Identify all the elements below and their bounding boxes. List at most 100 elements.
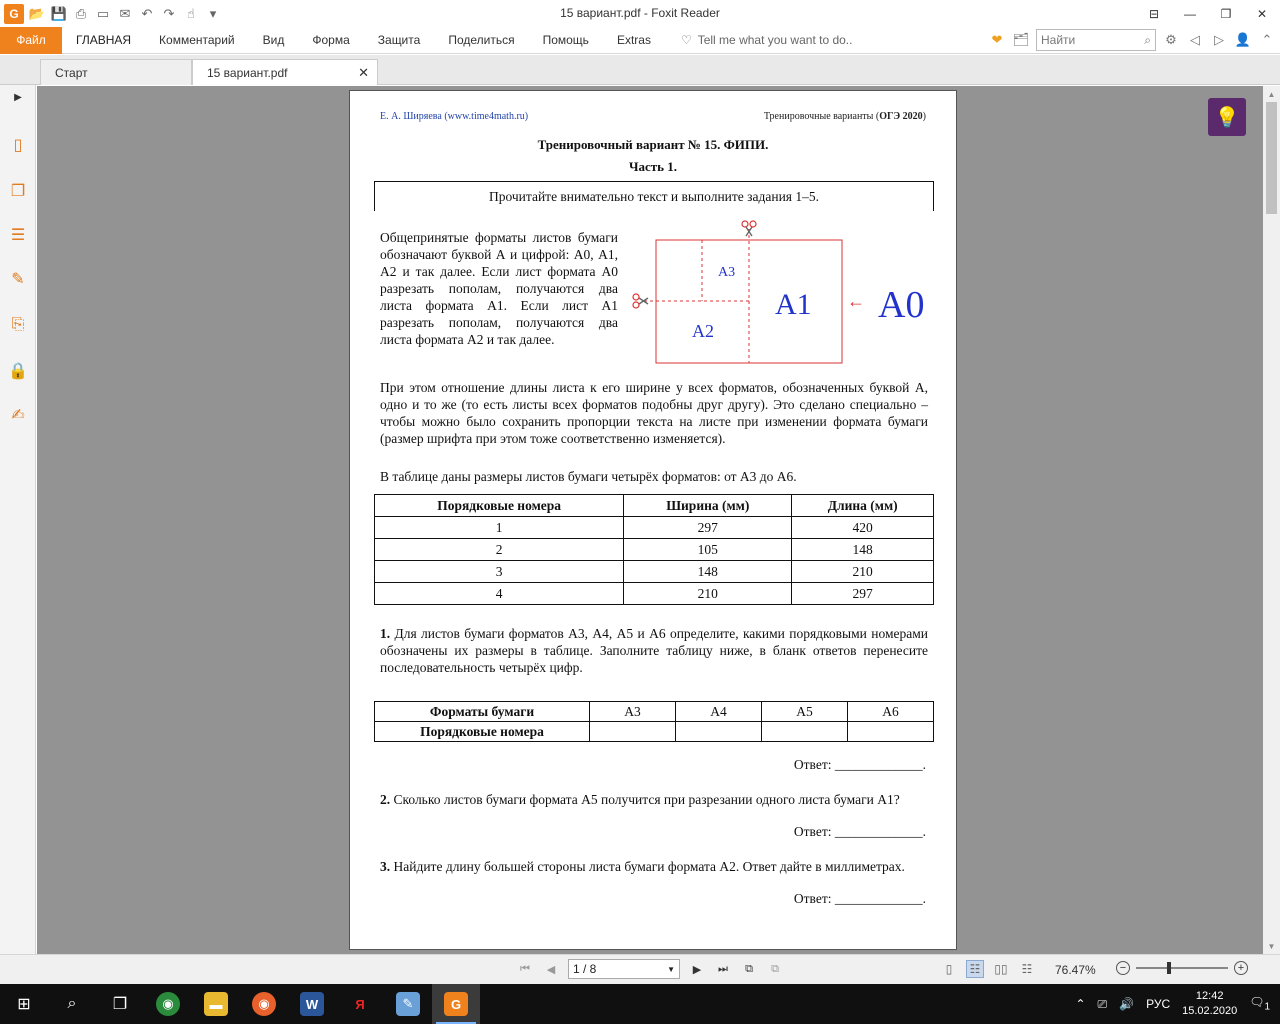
- tab-protect[interactable]: Защита: [364, 33, 435, 47]
- windows-start-icon[interactable]: ⊞: [0, 984, 48, 1024]
- page-navigation: ⏮ ◀ 1 / 8 ▼ ▶ ⏭ ⧉ ⧉: [516, 959, 784, 979]
- taskbar-paint[interactable]: ✎: [384, 984, 432, 1024]
- pages-icon[interactable]: ❐: [8, 181, 28, 201]
- next-view-icon[interactable]: ⧉: [766, 960, 784, 978]
- search-input[interactable]: Найти ⌕: [1036, 29, 1156, 51]
- signature-icon[interactable]: ✍: [8, 405, 28, 425]
- tab-start[interactable]: Старт: [40, 59, 192, 85]
- empty-answer-cell: [675, 721, 762, 742]
- table-cell: 105: [623, 538, 793, 561]
- folder-search-icon[interactable]: 🗂: [1012, 31, 1030, 49]
- layers-icon[interactable]: ☰: [8, 225, 28, 245]
- chevron-up-icon[interactable]: ⌃: [1258, 31, 1276, 49]
- part-title: Часть 1.: [628, 159, 678, 174]
- chevron-up-icon[interactable]: ⌃: [1075, 997, 1085, 1011]
- clock[interactable]: 12:42 15.02.2020: [1182, 989, 1237, 1019]
- customize-dropdown-icon[interactable]: ▾: [204, 5, 222, 23]
- tab-close-icon[interactable]: ✕: [358, 65, 369, 81]
- chevron-down-icon[interactable]: ▼: [667, 965, 675, 974]
- settings-gear-icon[interactable]: ⚙: [1162, 31, 1180, 49]
- previous-view-icon[interactable]: ⧉: [740, 960, 758, 978]
- maximize-button[interactable]: ❐: [1208, 0, 1244, 27]
- tab-home[interactable]: ГЛАВНАЯ: [62, 33, 145, 47]
- tab-view[interactable]: Вид: [249, 33, 299, 47]
- search-icon[interactable]: ⌕: [1144, 33, 1151, 48]
- header-series-prefix: Тренировочные варианты (: [763, 111, 880, 122]
- scroll-up-arrow-icon[interactable]: ▲: [1263, 86, 1280, 102]
- user-icon[interactable]: 👤: [1234, 31, 1252, 49]
- heart-icon[interactable]: ❤: [988, 31, 1006, 49]
- taskbar-word[interactable]: W: [288, 984, 336, 1024]
- answer-line-1: Ответ: _____________.: [793, 757, 926, 772]
- quick-access-toolbar: G 📂 💾 ⎙ ▭ ✉ ↶ ↷ ☝ ▾: [0, 3, 222, 24]
- expand-panel-icon[interactable]: ▶: [8, 87, 28, 107]
- print-icon[interactable]: ⎙: [72, 5, 90, 23]
- previous-page-icon[interactable]: ◀: [542, 960, 560, 978]
- table-header-row: Порядковые номера Ширина (мм) Длина (мм): [373, 494, 934, 517]
- zoom-level[interactable]: 76.47%: [1055, 963, 1096, 977]
- security-lock-icon[interactable]: 🔒: [8, 361, 28, 381]
- comments-icon[interactable]: ✎: [8, 269, 28, 289]
- first-page-icon[interactable]: ⏮: [516, 960, 534, 978]
- ribbon-toggle-icon[interactable]: ⊟: [1136, 0, 1172, 27]
- last-page-icon[interactable]: ⏭: [714, 960, 732, 978]
- next-page-icon[interactable]: ▶: [688, 960, 706, 978]
- close-button[interactable]: ✕: [1244, 0, 1280, 27]
- format-cell: А5: [761, 701, 848, 722]
- scrollbar-thumb[interactable]: [1266, 102, 1277, 214]
- facing-view-icon[interactable]: ▯▯: [992, 960, 1010, 978]
- table-row: Порядковые номера: [374, 721, 934, 742]
- page-number-input[interactable]: 1 / 8 ▼: [568, 959, 680, 979]
- zoom-slider-handle[interactable]: [1167, 962, 1171, 974]
- open-folder-icon[interactable]: 📂: [28, 5, 46, 23]
- document-viewport[interactable]: Е. А. Ширяева (www.time4math.ru) Трениро…: [37, 86, 1263, 954]
- taskbar-explorer[interactable]: ▬: [192, 984, 240, 1024]
- continuous-facing-view-icon[interactable]: ☷: [1018, 960, 1036, 978]
- search-icon[interactable]: ⌕: [48, 984, 96, 1024]
- tab-share[interactable]: Поделиться: [434, 33, 528, 47]
- single-page-view-icon[interactable]: ▯: [940, 960, 958, 978]
- header-series-suffix: ): [922, 111, 926, 122]
- undo-icon[interactable]: ↶: [138, 5, 156, 23]
- format-cell: А3: [589, 701, 676, 722]
- tab-comment[interactable]: Комментарий: [145, 33, 249, 47]
- clock-time: 12:42: [1195, 990, 1224, 1002]
- tab-help[interactable]: Помощь: [529, 33, 603, 47]
- mail-icon[interactable]: ✉: [116, 5, 134, 23]
- file-tab[interactable]: Файл: [0, 26, 62, 54]
- format-cell: А4: [675, 701, 762, 722]
- question-1: 1. Для листов бумаги форматов А3, А4, А5…: [380, 625, 928, 676]
- network-icon[interactable]: ⎚: [1098, 997, 1108, 1012]
- scroll-down-arrow-icon[interactable]: ▼: [1263, 938, 1280, 954]
- taskbar-chrome[interactable]: ◉: [144, 984, 192, 1024]
- tab-current-document[interactable]: 15 вариант.pdf ✕: [192, 59, 378, 85]
- prev-icon[interactable]: ◁: [1186, 31, 1204, 49]
- hand-tool-icon[interactable]: ☝: [182, 5, 200, 23]
- question-3-number: 3.: [380, 859, 391, 874]
- screen-icon[interactable]: ▭: [94, 5, 112, 23]
- continuous-view-icon[interactable]: ☷: [966, 960, 984, 978]
- volume-icon[interactable]: 🔊: [1119, 997, 1134, 1011]
- tell-me-box[interactable]: ♡ Tell me what you want to do..: [665, 33, 853, 47]
- bookmarks-icon[interactable]: ▯: [8, 135, 28, 155]
- tab-form[interactable]: Форма: [298, 33, 363, 47]
- taskbar-firefox[interactable]: ◉: [240, 984, 288, 1024]
- pdf-page: Е. А. Ширяева (www.time4math.ru) Трениро…: [349, 90, 957, 950]
- task-view-icon[interactable]: ❐: [96, 984, 144, 1024]
- foxit-logo-icon[interactable]: G: [4, 3, 24, 24]
- tab-extras[interactable]: Extras: [603, 33, 665, 47]
- notifications-icon[interactable]: 🗨1: [1249, 995, 1270, 1012]
- redo-icon[interactable]: ↷: [160, 5, 178, 23]
- taskbar-foxit[interactable]: G: [432, 984, 480, 1024]
- next-icon[interactable]: ▷: [1210, 31, 1228, 49]
- zoom-out-icon[interactable]: −: [1116, 961, 1130, 975]
- tips-lightbulb-button[interactable]: 💡: [1208, 98, 1246, 136]
- taskbar-yandex[interactable]: Я: [336, 984, 384, 1024]
- save-icon[interactable]: 💾: [50, 5, 68, 23]
- attachments-icon[interactable]: ⎘: [8, 315, 28, 335]
- language-indicator[interactable]: РУС: [1146, 997, 1170, 1011]
- vertical-scrollbar[interactable]: ▲ ▼: [1263, 86, 1280, 954]
- zoom-slider[interactable]: [1136, 962, 1228, 974]
- minimize-button[interactable]: —: [1172, 0, 1208, 27]
- zoom-in-icon[interactable]: +: [1234, 961, 1248, 975]
